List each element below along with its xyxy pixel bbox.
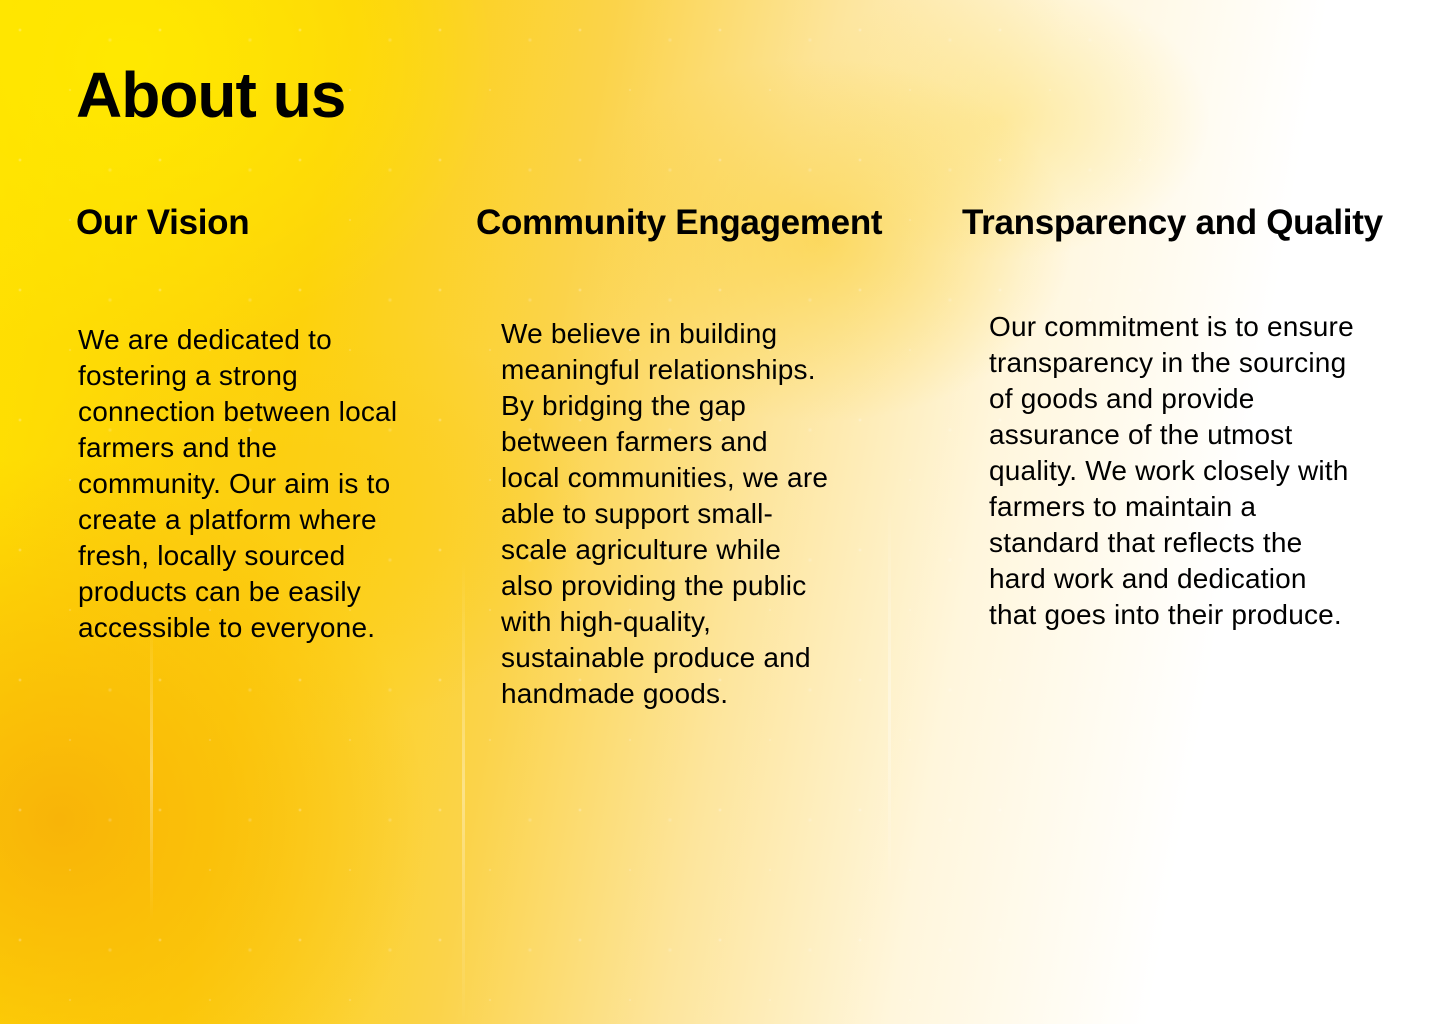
about-section: About us Our Vision We are dedicated to … xyxy=(0,0,1440,1024)
community-engagement-text: We believe in building meaningful relati… xyxy=(501,318,829,709)
vision-heading: Our Vision xyxy=(76,203,250,242)
transparency-quality-text: Our commitment is to ensure transparency… xyxy=(989,311,1354,630)
community-engagement-heading: Community Engagement xyxy=(476,203,883,242)
vision-text: We are dedicated to fostering a strong c… xyxy=(78,324,398,643)
page-title: About us xyxy=(76,59,346,131)
transparency-quality-heading: Transparency and Quality xyxy=(962,203,1383,242)
